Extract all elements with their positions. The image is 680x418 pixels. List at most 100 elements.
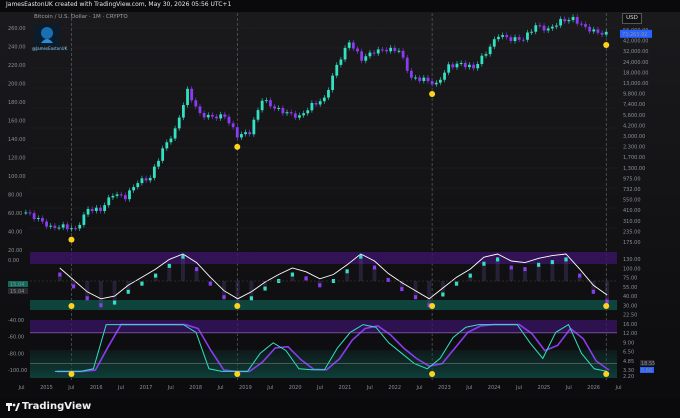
attribution-bar: JamesEastonUK created with TradingView.c… — [0, 0, 680, 12]
chart-canvas[interactable]: 56,000.0042,000.0032,000.0024,000.0018,0… — [0, 0, 680, 418]
oversold-marker — [234, 143, 241, 150]
oscillator-axis-label: 55.00 — [623, 285, 637, 291]
price-candle — [244, 132, 247, 135]
price-candle — [82, 214, 86, 225]
oscillator-candle — [605, 299, 609, 304]
price-candle — [144, 178, 148, 181]
price-candle — [227, 116, 231, 124]
price-candle — [61, 224, 65, 228]
oscillator-bar — [495, 259, 500, 281]
price-candle — [604, 31, 608, 35]
price-candle — [356, 48, 359, 52]
oscillator-bar — [536, 264, 541, 281]
price-candle — [281, 107, 285, 114]
price-candle — [41, 217, 44, 222]
oversold-marker — [68, 236, 75, 243]
price-candle — [463, 62, 467, 68]
price-candle — [260, 100, 264, 111]
oscillator-candle — [208, 281, 212, 286]
price-candle — [542, 25, 546, 31]
oscillator-bar — [85, 281, 90, 299]
left-axis-label: 180.00 — [8, 100, 26, 106]
oscillator-candle — [345, 269, 349, 274]
price-axis-label: 13,000.00 — [623, 81, 648, 87]
oscillator-marker — [429, 303, 436, 309]
symbol-label[interactable]: Bitcoin / U.S. Dollar · 1M · CRYPTO — [34, 14, 128, 20]
oscillator-bar — [98, 281, 103, 306]
stoch-left-label: -100.00 — [8, 368, 27, 374]
stoch-left-label: -40.00 — [8, 318, 24, 324]
price-candle — [132, 187, 136, 191]
price-candle — [389, 47, 393, 52]
x-axis-label: 2026 — [587, 385, 600, 391]
price-axis-label: 732.00 — [623, 187, 641, 193]
price-candle — [161, 148, 165, 161]
oscillator-candle — [99, 303, 103, 308]
price-candle — [190, 88, 194, 101]
x-axis-label: 2025 — [538, 385, 551, 391]
left-axis-label: 260.00 — [8, 26, 26, 32]
price-candle — [123, 195, 127, 200]
price-candle — [181, 105, 185, 118]
price-candle — [426, 77, 430, 82]
x-axis-label: Jul — [18, 385, 25, 391]
price-candle — [414, 77, 417, 79]
price-candle — [509, 37, 513, 42]
oscillator-bar — [509, 267, 514, 281]
price-axis-label: 24,000.00 — [623, 60, 648, 66]
oscillator-bar — [372, 267, 377, 281]
price-axis-label: 2,300.00 — [623, 145, 645, 151]
price-candle — [198, 106, 202, 113]
price-candle — [484, 54, 488, 56]
oscillator-axis-label: 6.50 — [623, 350, 634, 356]
price-candle — [310, 102, 314, 111]
oscillator-axis-label: 4.85 — [623, 359, 634, 365]
x-axis-label: Jul — [366, 385, 373, 391]
oscillator-candle — [386, 277, 390, 282]
price-candle — [534, 25, 538, 32]
stoch-marker — [429, 371, 436, 377]
oscillator-axis-label: 16.00 — [623, 322, 637, 328]
oscillator-axis-label: 22.50 — [623, 313, 637, 319]
oscillator-bar — [427, 281, 432, 306]
price-candle — [99, 207, 102, 211]
price-candle — [430, 81, 434, 85]
oscillator-candle — [85, 296, 89, 301]
oscillator-axis-label: 30.00 — [623, 303, 637, 309]
price-axis-label: 235.00 — [623, 229, 641, 235]
price-candle — [206, 114, 210, 118]
price-candle — [600, 32, 604, 35]
oscillator-bar — [550, 262, 555, 281]
price-axis-label: 42,000.00 — [623, 39, 648, 45]
oscillator-candle — [441, 292, 445, 297]
oscillator-marker — [234, 303, 241, 309]
price-candle — [331, 75, 335, 90]
price-candle — [439, 79, 442, 83]
currency-selector[interactable]: USD — [622, 13, 642, 24]
price-candle — [443, 72, 446, 80]
price-candle — [194, 100, 198, 107]
stoch-marker — [234, 371, 241, 377]
price-candle — [78, 224, 82, 229]
price-candle — [546, 28, 550, 31]
stoch-left-label: -60.00 — [8, 335, 24, 341]
oscillator-bar — [481, 263, 486, 281]
price-candle — [517, 37, 521, 40]
oversold-marker — [603, 41, 610, 48]
x-axis-label: 2023 — [438, 385, 451, 391]
price-candle — [468, 64, 471, 68]
price-candle — [584, 24, 587, 27]
price-candle — [186, 88, 189, 106]
left-axis-label: 60.00 — [8, 211, 22, 217]
oscillator-candle — [523, 267, 527, 272]
price-candle — [579, 23, 583, 25]
price-candle — [140, 178, 144, 184]
attribution-text: JamesEastonUK created with TradingView.c… — [6, 1, 232, 8]
price-candle — [211, 114, 214, 117]
price-axis-label: 5,600.00 — [623, 113, 645, 119]
price-candle — [501, 35, 504, 37]
price-candle — [57, 227, 61, 229]
oscillator-value-2: 15.04 — [10, 289, 24, 295]
price-candle — [289, 112, 293, 114]
oscillator-candle — [58, 272, 62, 277]
